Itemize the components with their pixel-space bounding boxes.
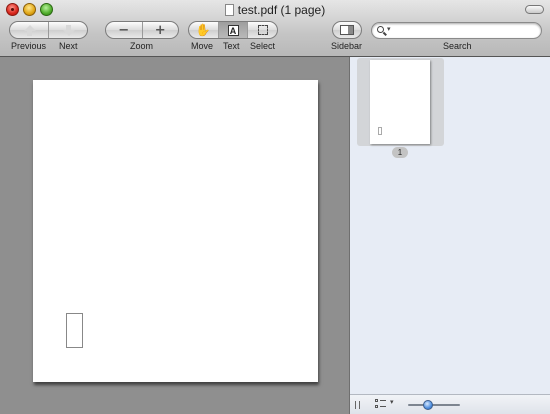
hand-icon: ✋ (195, 23, 211, 37)
move-label: Move (191, 41, 214, 51)
zoom-label: Zoom (130, 41, 154, 51)
title-toolbar: test.pdf (1 page) Previous Next − + Zoom… (0, 0, 550, 57)
next-button[interactable] (49, 22, 87, 38)
zoom-out-button[interactable]: − (106, 22, 143, 38)
search-label: Search (443, 41, 472, 51)
preview-window: test.pdf (1 page) Previous Next − + Zoom… (0, 0, 550, 414)
sidebar-icon (340, 25, 354, 35)
thumbnail-sidebar: 1 ▾ (350, 57, 550, 414)
slider-knob[interactable] (423, 400, 433, 410)
thumbnail-page[interactable] (370, 60, 430, 144)
resize-grip-icon[interactable] (355, 401, 360, 409)
zoom-in-button[interactable]: + (143, 22, 179, 38)
window-title: test.pdf (1 page) (237, 3, 326, 17)
pdf-page[interactable] (33, 80, 318, 382)
next-label: Next (59, 41, 78, 51)
zoom-control: − + (105, 21, 179, 39)
sidebar-label: Sidebar (331, 41, 363, 51)
tool-mode-control: ✋ A (188, 21, 278, 39)
text-select-icon: A (227, 24, 239, 36)
search-menu-caret-icon[interactable]: ▾ (387, 25, 391, 33)
view-options-icon[interactable] (375, 399, 387, 409)
marquee-select-icon (257, 25, 268, 35)
document-icon[interactable] (224, 4, 234, 16)
view-options-caret-icon[interactable]: ▾ (390, 398, 394, 406)
thumbnail-rectangle (378, 127, 382, 135)
sidebar-footer: ▾ (350, 394, 550, 414)
toolbar-toggle-button[interactable] (525, 5, 544, 14)
thumbnail-size-slider[interactable] (408, 400, 460, 410)
zoom-out-icon: − (118, 22, 130, 38)
page-navigation-control (9, 21, 88, 39)
window-title-bar: test.pdf (1 page) (0, 1, 550, 19)
previous-button[interactable] (10, 22, 49, 38)
select-label: Select (250, 41, 276, 51)
next-arrow-icon (62, 24, 75, 36)
search-icon[interactable] (377, 26, 384, 33)
previous-label: Previous (11, 41, 47, 51)
previous-arrow-icon (23, 24, 36, 36)
select-tool-button[interactable] (248, 22, 277, 38)
search-field[interactable]: ▾ (371, 22, 542, 39)
zoom-in-icon: + (154, 22, 166, 38)
page-rectangle (66, 313, 83, 348)
document-view[interactable] (0, 57, 349, 414)
thumbnail-item[interactable] (357, 58, 444, 146)
sidebar-button[interactable] (332, 21, 362, 39)
text-label: Text (223, 41, 240, 51)
move-tool-button[interactable]: ✋ (189, 22, 219, 38)
text-tool-button[interactable]: A (218, 22, 249, 38)
thumbnail-page-number: 1 (392, 147, 408, 158)
search-input[interactable] (396, 24, 540, 39)
